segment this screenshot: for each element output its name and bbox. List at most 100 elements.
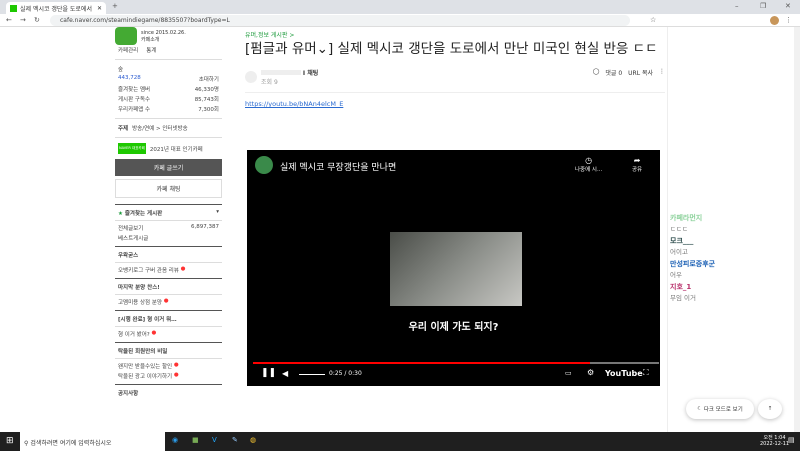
chat-button[interactable]: 카페 채팅 [115,179,222,198]
video-title[interactable]: 실제 멕시코 무장갱단을 만나면 [280,160,396,173]
share-label[interactable]: 공유 [632,165,642,173]
cafe-logo [115,27,137,45]
profile-avatar[interactable] [770,16,779,25]
chat-text: ㄷㄷㄷ [670,225,688,233]
star-icon: ★ [118,211,123,217]
board-group-title[interactable]: 마지막 분양 찬스! [118,283,160,291]
board-best[interactable]: 베스트게시글 [118,234,148,242]
new-tab-icon[interactable]: + [112,2,118,10]
board-item[interactable]: 오뱅키로그 구버 관음 리뷰 [118,266,179,274]
cafe-since: since 2015.02.26. [141,29,186,36]
share-icon[interactable]: ➦ [632,156,642,165]
youtube-logo[interactable]: YouTube [605,369,643,378]
new-badge-icon: ● [149,330,157,336]
close-tab-icon[interactable]: ✕ [97,5,102,12]
volume-icon[interactable]: ◀ [282,369,288,378]
cafe-manage-link[interactable]: 카페관리 [118,46,138,54]
board-group-title[interactable]: 우왁굳스 [118,251,138,259]
clock-icon[interactable]: ◷ [575,156,602,165]
maximize-icon[interactable]: ❐ [760,2,766,10]
author-suffix: I 채팅 [302,70,319,77]
dark-mode-label: 다크 모드로 보기 [703,407,743,413]
new-badge-icon: ● [172,362,179,368]
board-all-posts[interactable]: 전체글보기 [118,224,143,232]
app-value: 7,300회 [198,107,219,113]
address-bar: ← → ↻ cafe.naver.com/steamindiegame/8835… [0,14,800,27]
notes-icon[interactable]: ✎ [232,436,238,444]
write-button[interactable]: 카페 글쓰기 [115,159,222,176]
back-icon[interactable]: ← [6,16,12,24]
taskbar-search[interactable]: ⚲ 검색하려면 여기에 입력하십시오 [20,432,165,451]
sub-value: 85,743회 [194,97,219,103]
clock-time: 오전 1:04 [763,435,786,441]
notification-icon[interactable]: ▤ [788,436,795,444]
pause-icon[interactable]: ❚❚ [261,368,276,378]
chat-text: 어우 [670,271,682,279]
volume-slider[interactable] [299,374,325,375]
scroll-top-button[interactable]: ↑ [758,399,782,419]
channel-avatar[interactable] [255,156,273,174]
minimize-icon[interactable]: – [735,2,739,10]
fullscreen-icon[interactable]: ⛶ [643,368,649,378]
sub-label: 게시판 구독수 [118,97,151,103]
board-notice[interactable]: 공지사항 [118,389,138,397]
menu-icon[interactable]: ⋮ [785,16,792,24]
chrome-icon[interactable]: ◍ [250,436,256,444]
forward-icon[interactable]: → [20,16,26,24]
board-link[interactable]: 유머,정보 게시판 > [245,30,665,39]
url-copy-button[interactable]: URL 복사 [628,68,653,86]
view-count: 조회 9 [261,79,278,86]
settings-icon[interactable]: ⚙ [587,368,594,377]
invite-link[interactable]: 초대하기 [199,75,219,83]
edge-icon[interactable]: ◉ [172,436,178,444]
author-avatar[interactable] [245,71,257,83]
close-window-icon[interactable]: ✕ [785,2,791,10]
new-badge-icon: ● [161,298,169,304]
all-count: 6,897,387 [191,224,219,230]
fav-boards-title: 즐겨찾는 게시판 [124,211,163,217]
cafe-level: 숲 [118,67,124,73]
stats-link[interactable]: 통계 [146,46,156,54]
article: 유머,정보 게시판 > [펌글과 유머⌄] 실제 멕시코 갱단을 도로에서 만난… [245,27,665,108]
chevron-down-icon[interactable]: ▾ [216,209,219,217]
board-item[interactable]: 왠지만 받을수있는 할인 [118,362,172,370]
youtube-link[interactable]: https://youtu.be/bNAn4elcM_E [245,100,665,108]
minecraft-icon[interactable]: ■ [192,436,199,444]
comment-count[interactable]: 댓글 0 [605,68,622,86]
fav-label: 즐겨찾는 멤버 [118,87,151,93]
more-icon[interactable]: ⋮ [659,68,665,86]
browser-tab[interactable]: 실제 멕시코 갱단을 도로에서 ✕ [6,2,106,14]
video-subtitle: 우리 이제 가도 되지? [408,322,499,333]
chat-text: 무임 이거 [670,294,696,302]
windows-start-icon[interactable]: ⊞ [6,436,14,446]
chat-panel: 카페라먼지 ㄷㄷㄷ 모크___ 어이고만성피로증후군어우지호_1 무임 이거 [670,213,780,305]
chat-user[interactable]: 지호_1 [670,282,780,292]
tab-title: 실제 멕시코 갱단을 도로에서 [20,5,92,13]
fav-value: 46,330명 [194,87,219,93]
chat-user[interactable]: 카페라먼지 [670,213,780,223]
reload-icon[interactable]: ↻ [34,16,40,24]
youtube-player[interactable]: 실제 멕시코 무장갱단을 만나면 ◷ 나중에 시... ➦ 공유 우리 이제 가도 … [247,150,660,386]
chat-text: 어이고 [670,248,688,256]
star-icon[interactable]: ☆ [650,16,656,24]
captions-icon[interactable]: ▭ [565,369,572,377]
article-title: [펌글과 유머⌄] 실제 멕시코 갱단을 도로에서 만난 미국인 현실 반응 ㄷ… [245,41,658,57]
board-item[interactable]: 형 이거 봤어? [118,330,150,338]
new-badge-icon: ● [172,372,179,378]
progress-bar[interactable] [253,362,659,364]
watch-later[interactable]: 나중에 시... [575,165,602,173]
member-count: 443,728 [118,75,141,81]
chat-user[interactable]: 모크___ [670,236,780,246]
scrollbar[interactable] [794,27,800,432]
chat-user[interactable]: 만성피로증후군 [670,259,780,269]
chat-message: 모크___ 어이고 [670,236,780,256]
vscode-icon[interactable]: V [212,436,217,444]
board-item[interactable]: 고멤미용 상점 분양 [118,298,162,306]
dark-mode-button[interactable]: ☾ 다크 모드로 보기 [686,399,754,419]
moon-icon: ☾ [697,406,704,412]
url-input[interactable]: cafe.naver.com/steamindiegame/8835507?bo… [50,15,630,26]
cafe-intro-link[interactable]: 카페소개 [141,36,186,43]
board-item[interactable]: 탁울된 광고 이야기하기 [118,372,172,380]
board-group-title[interactable]: 탁울된 회원만의 비밀 [118,347,167,355]
board-group-title[interactable]: [시행 완료] 형 이거 뭐… [118,315,177,323]
